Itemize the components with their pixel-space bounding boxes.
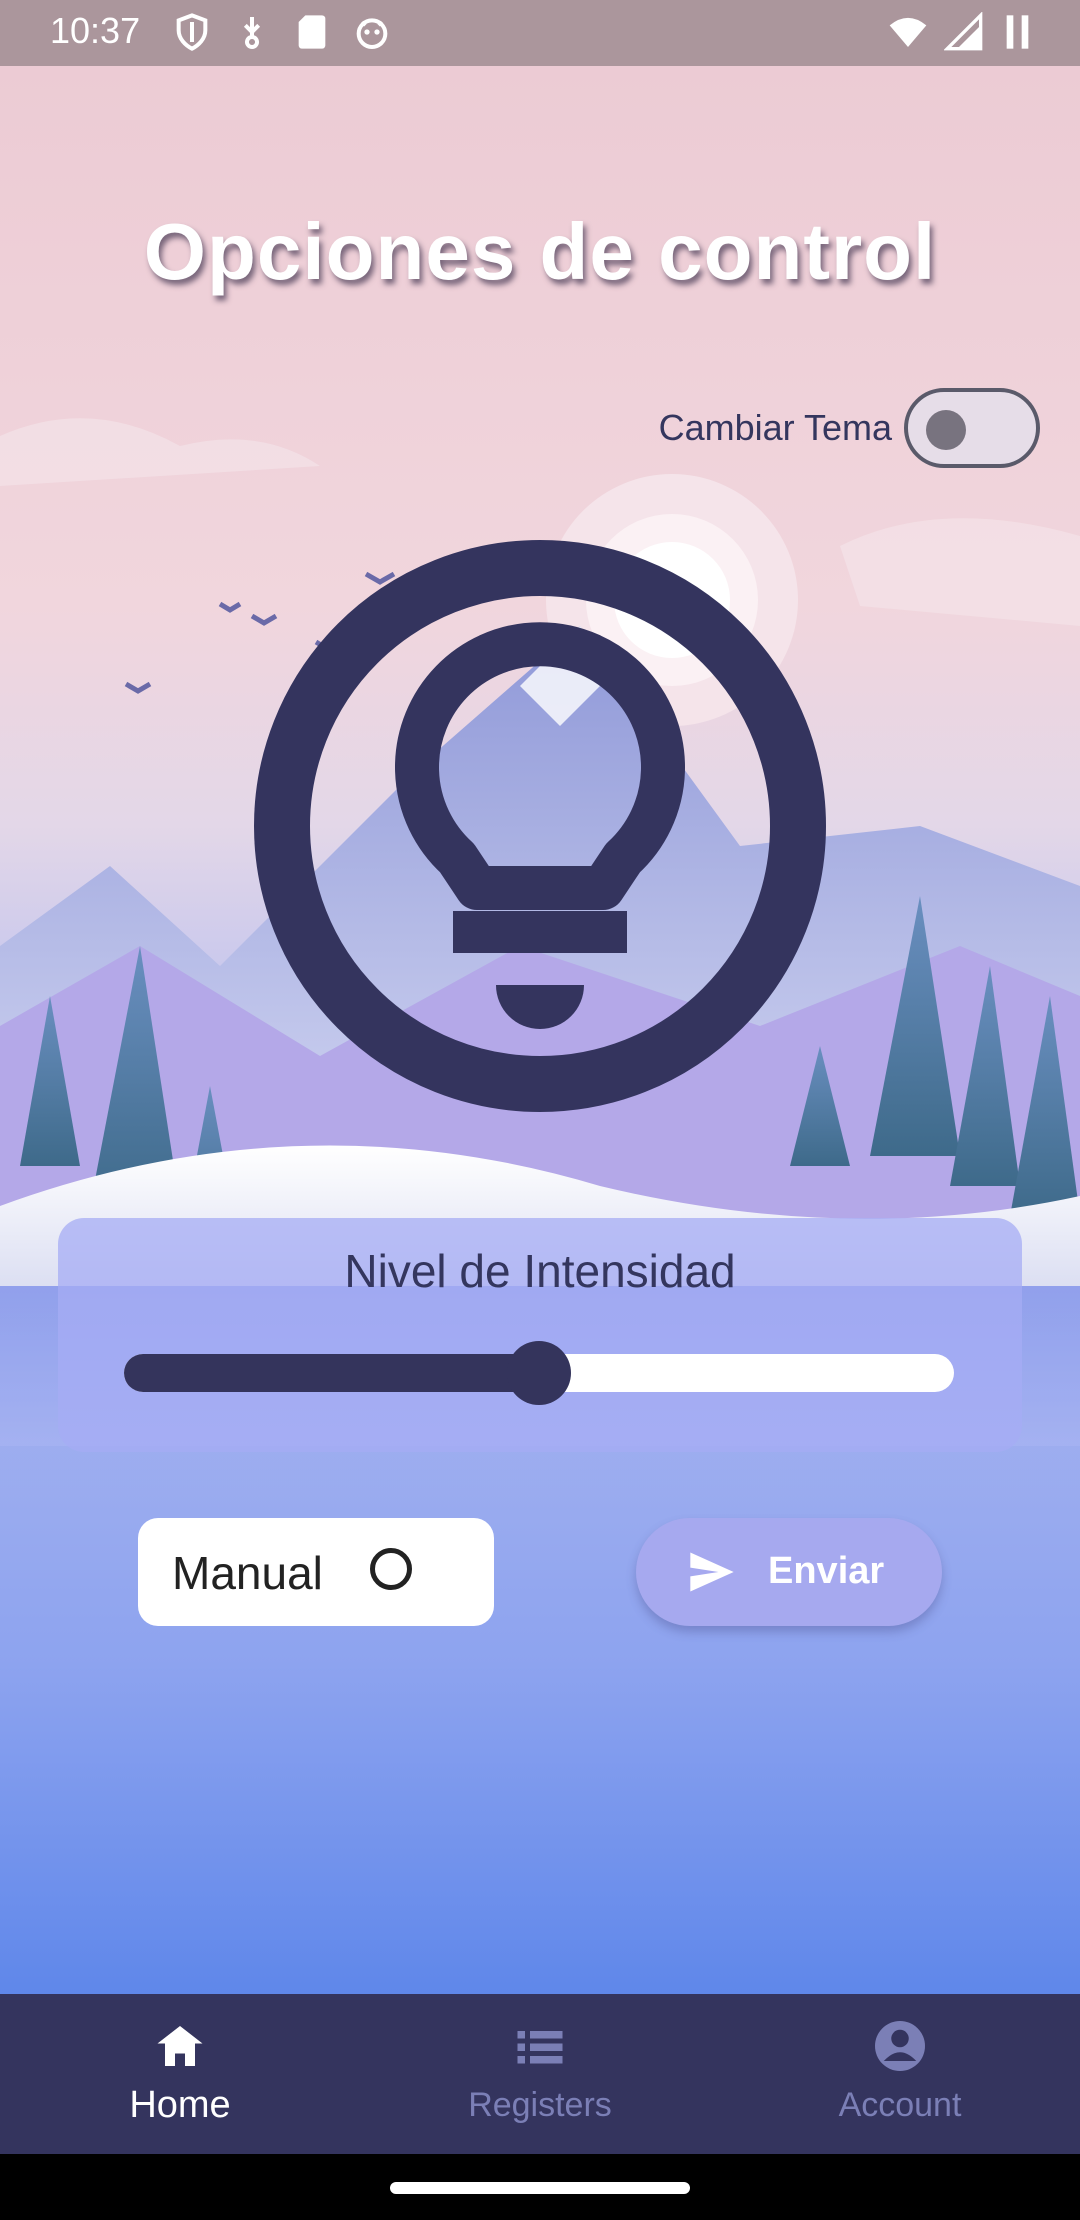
intensity-slider-fill <box>124 1354 539 1392</box>
battery-icon <box>1006 15 1029 49</box>
signal-icon <box>944 12 983 51</box>
home-gesture-handle[interactable] <box>390 2182 690 2194</box>
theme-toggle-knob <box>926 410 966 450</box>
list-icon <box>517 2031 563 2064</box>
nav-item-home[interactable]: Home <box>0 2016 360 2127</box>
manual-mode-label: Manual <box>172 1547 323 1599</box>
send-icon <box>690 1552 734 1592</box>
status-bar: 10:37 <box>0 0 1080 66</box>
nav-item-account[interactable]: Account <box>720 2016 1080 2125</box>
theme-switch-label: Cambiar Tema <box>658 407 892 448</box>
manual-mode-radio[interactable] <box>370 1548 412 1590</box>
nav-label-home: Home <box>129 2084 231 2126</box>
intensity-label: Nivel de Intensidad <box>344 1245 736 1297</box>
shield-icon <box>176 13 208 51</box>
robot-icon <box>356 18 388 50</box>
theme-toggle[interactable] <box>904 388 1040 468</box>
intensity-slider-thumb[interactable] <box>507 1341 571 1405</box>
status-time: 10:37 <box>50 10 141 51</box>
home-icon <box>157 2026 203 2066</box>
wifi-icon <box>889 17 927 47</box>
nav-label-account: Account <box>838 2086 962 2124</box>
sd-card-icon <box>298 15 326 49</box>
bottom-navigation: Home Registers Account <box>0 1994 1080 2154</box>
intensity-card: Nivel de Intensidad <box>58 1218 1022 1452</box>
account-icon <box>875 2021 925 2071</box>
nav-item-registers[interactable]: Registers <box>360 2016 720 2125</box>
nav-label-registers: Registers <box>468 2086 612 2124</box>
gesture-bar <box>0 2154 1080 2220</box>
manual-mode-chip[interactable]: Manual <box>138 1518 494 1626</box>
send-button[interactable]: Enviar <box>636 1518 942 1626</box>
lightbulb-icon[interactable] <box>252 538 828 1114</box>
theme-switch-row: Cambiar Tema <box>659 388 1040 468</box>
send-button-label: Enviar <box>768 1550 885 1592</box>
usb-icon <box>243 17 261 49</box>
page-title: Opciones de control <box>143 207 937 296</box>
